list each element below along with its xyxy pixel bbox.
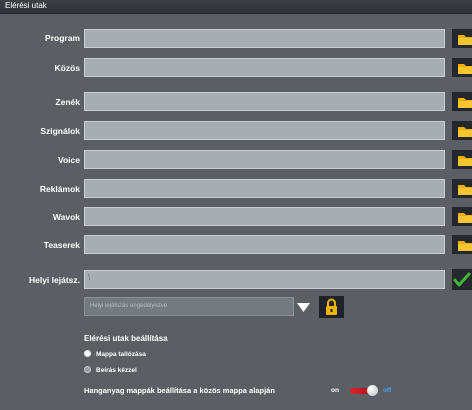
checkmark-icon xyxy=(453,272,471,287)
local-play-select-placeholder: Helyi lejátszás engedélyezve xyxy=(90,303,168,309)
folder-icon xyxy=(458,185,472,195)
folder-icon xyxy=(458,127,472,137)
path-settings-title: Elérési utak beállítása xyxy=(84,334,168,343)
path-label-reklamok: Reklámok xyxy=(39,184,80,194)
toggle-knob[interactable] xyxy=(367,385,378,396)
path-input-wavok[interactable] xyxy=(84,207,445,226)
radio-manual-entry[interactable]: Beírás kézzel xyxy=(84,366,137,375)
folder-icon xyxy=(458,98,472,108)
triangle-down-icon xyxy=(297,303,310,312)
toggle-off-label: off xyxy=(383,387,392,394)
window-titlebar: Elérési utak xyxy=(0,0,472,14)
folder-browse-button-program[interactable] xyxy=(452,29,472,48)
path-input-program[interactable] xyxy=(84,29,445,48)
radio-selected-indicator xyxy=(84,350,91,357)
radio-manual-entry-label: Beírás kézzel xyxy=(96,367,137,375)
local-play-select[interactable]: Helyi lejátszás engedélyezve xyxy=(84,297,294,316)
folder-icon xyxy=(458,35,472,45)
radio-browse-folder-label: Mappa tallózása xyxy=(96,351,146,359)
path-label-szignalok: Szignálok xyxy=(40,126,80,136)
radio-unselected-indicator xyxy=(84,366,91,373)
folder-browse-button-wavok[interactable] xyxy=(452,207,472,226)
folder-browse-button-szignalok[interactable] xyxy=(452,121,472,140)
local-play-value: \ xyxy=(88,273,91,282)
lock-icon xyxy=(326,298,337,315)
path-input-kozos[interactable] xyxy=(84,58,445,77)
lock-button[interactable] xyxy=(319,296,344,318)
toggle-on-label: on xyxy=(331,387,339,394)
path-input-voice[interactable] xyxy=(84,150,445,169)
local-play-input[interactable]: \ xyxy=(84,270,445,289)
common-folder-toggle-label: Hanganyag mappák beállítása a közös mapp… xyxy=(84,386,275,395)
radio-browse-folder[interactable]: Mappa tallózása xyxy=(84,350,146,359)
path-input-zenek[interactable] xyxy=(84,92,445,111)
folder-browse-button-reklamok[interactable] xyxy=(452,179,472,198)
path-label-voice: Voice xyxy=(57,155,80,165)
path-label-kozos: Közös xyxy=(54,63,81,73)
path-input-szignalok[interactable] xyxy=(84,121,445,140)
path-label-program: Program xyxy=(45,33,80,43)
path-label-teaserek: Teaserek xyxy=(43,240,80,250)
dropdown-arrow-button[interactable] xyxy=(296,300,311,315)
path-input-reklamok[interactable] xyxy=(84,179,445,198)
folder-icon xyxy=(458,156,472,166)
path-label-wavok: Wavok xyxy=(52,212,80,222)
confirm-button[interactable] xyxy=(452,269,472,290)
folder-browse-button-teaserek[interactable] xyxy=(452,235,472,254)
folder-browse-button-voice[interactable] xyxy=(452,150,472,169)
folder-icon xyxy=(458,213,472,223)
folder-browse-button-kozos[interactable] xyxy=(452,58,472,77)
folder-browse-button-zenek[interactable] xyxy=(452,92,472,111)
path-label-zenek: Zenék xyxy=(55,97,80,107)
window-title: Elérési utak xyxy=(5,1,47,10)
path-input-teaserek[interactable] xyxy=(84,235,445,254)
folder-icon xyxy=(458,64,472,74)
folder-icon xyxy=(458,241,472,251)
local-play-label: Helyi lejátsz. xyxy=(28,275,80,285)
